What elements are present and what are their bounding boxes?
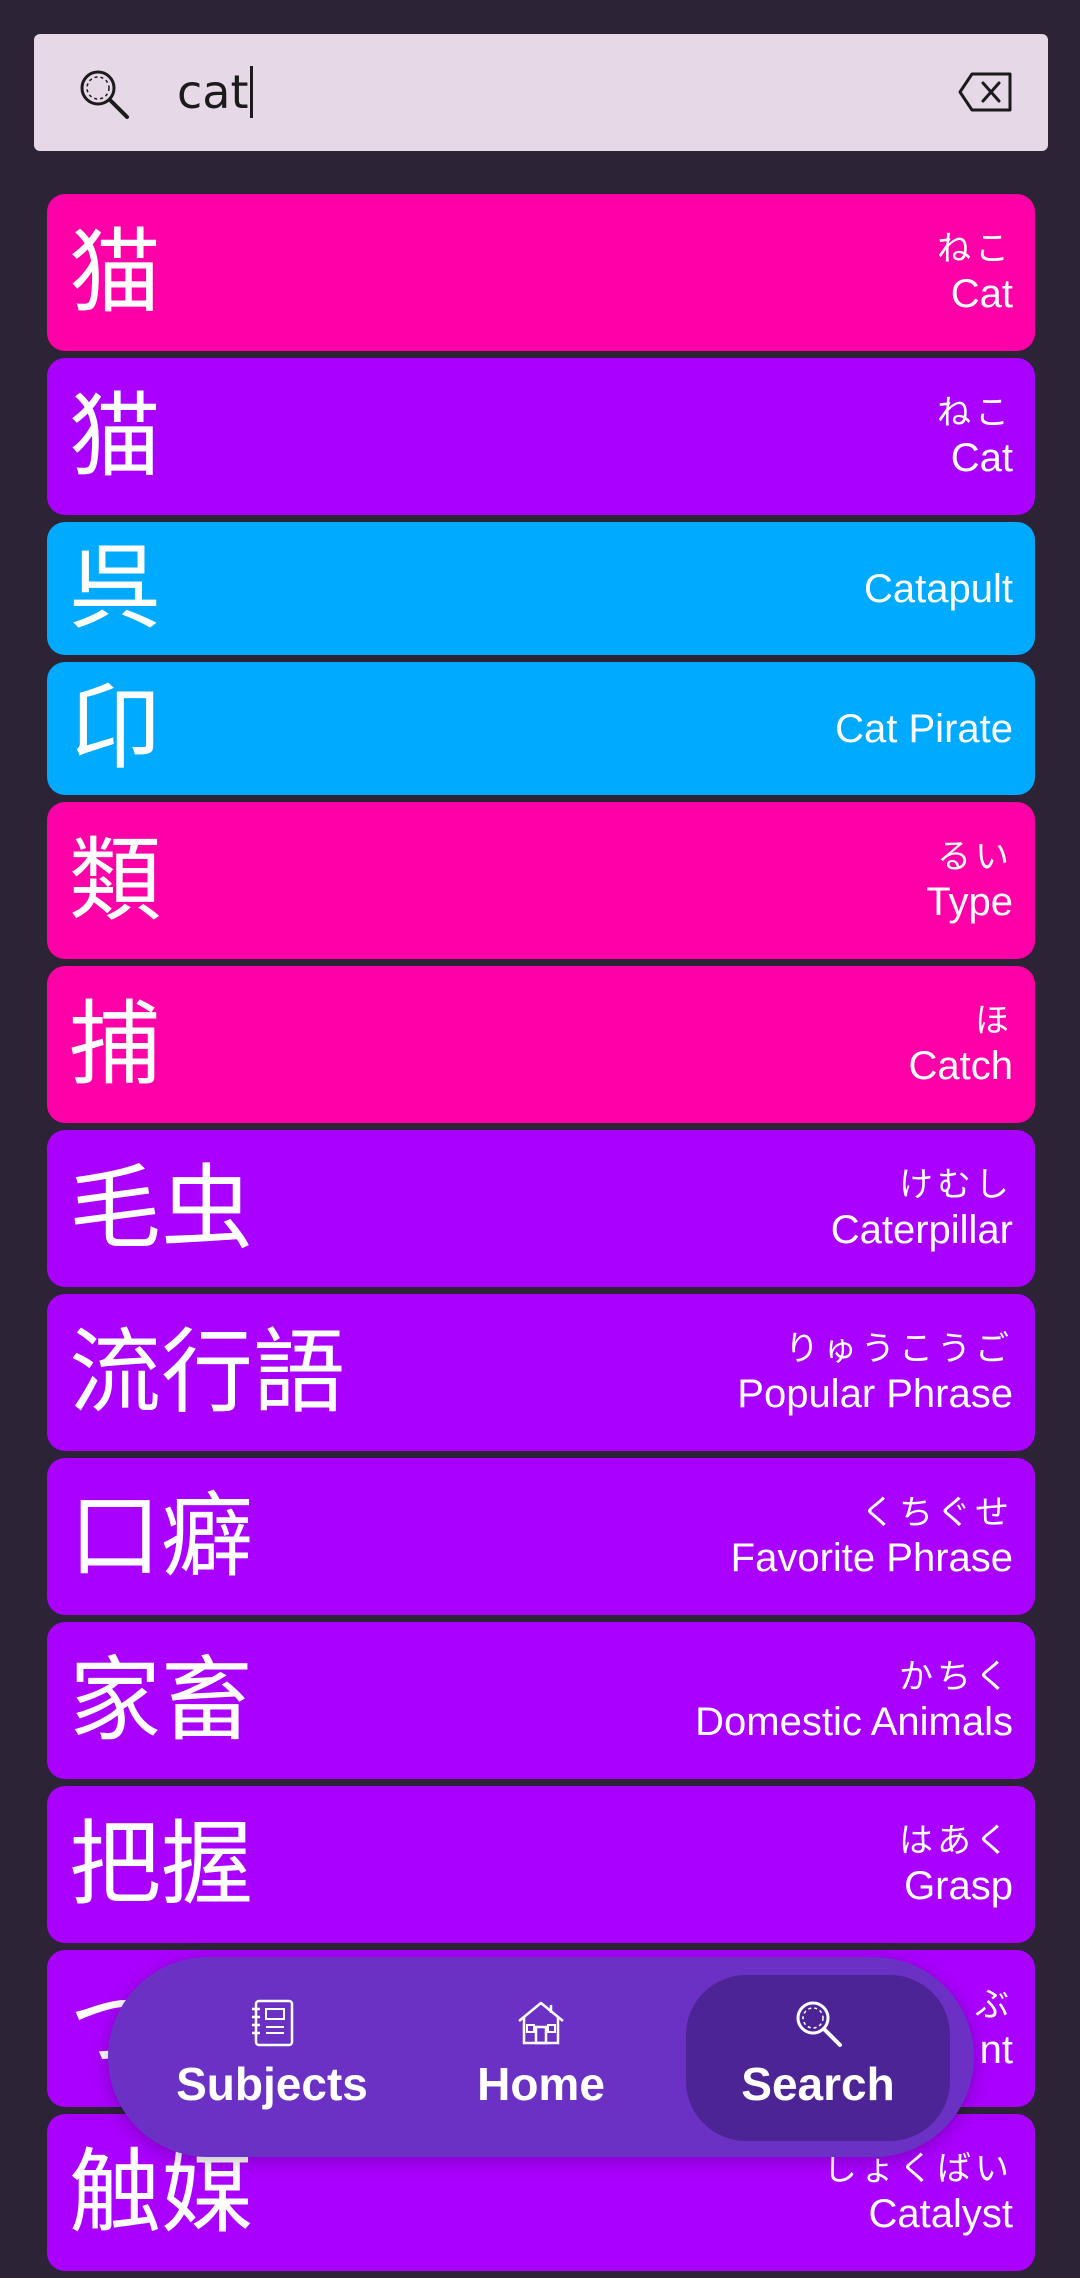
result-kanji: 触媒: [69, 2138, 254, 2246]
search-query-text: cat: [177, 65, 249, 119]
result-meaning: Catalyst: [868, 2191, 1014, 2236]
result-reading: くちぐせ: [861, 1492, 1013, 1533]
magnifier-icon: [796, 2001, 842, 2047]
result-meaning: Popular Phrase: [737, 1371, 1013, 1416]
search-input[interactable]: cat: [177, 62, 253, 122]
result-meaning: Grasp: [904, 1863, 1013, 1908]
result-reading: りゅうこうご: [785, 1328, 1013, 1369]
result-info: しょくばい Catalyst: [823, 2148, 1013, 2238]
result-reading: ねこ: [937, 228, 1013, 269]
result-card[interactable]: 呉 Catapult: [47, 522, 1035, 655]
result-kanji: 呉: [69, 534, 162, 642]
result-info: けむし Caterpillar: [831, 1164, 1013, 1254]
result-reading: るい: [937, 836, 1013, 877]
result-kanji: 流行語: [69, 1318, 346, 1426]
result-reading: ぶ: [975, 1984, 1013, 2025]
search-bar[interactable]: cat: [34, 34, 1048, 151]
result-info: かちく Domestic Animals: [695, 1656, 1013, 1746]
text-caret: [249, 66, 253, 118]
result-meaning: Cat: [950, 271, 1013, 316]
result-info: ねこ Cat: [937, 392, 1013, 482]
nav-subjects-label: Subjects: [176, 2058, 368, 2110]
result-kanji: 猫: [69, 382, 162, 490]
result-meaning: nt: [979, 2027, 1013, 2072]
result-kanji: 家畜: [69, 1646, 254, 1754]
result-info: くちぐせ Favorite Phrase: [731, 1492, 1013, 1582]
result-card[interactable]: 類 るい Type: [47, 802, 1035, 959]
result-meaning: Catapult: [864, 566, 1013, 611]
result-kanji: 卬: [69, 674, 162, 782]
result-kanji: 類: [69, 826, 162, 934]
result-meaning: Favorite Phrase: [730, 1535, 1013, 1580]
result-meaning: Catch: [908, 1043, 1014, 1088]
result-reading: かちく: [899, 1656, 1013, 1697]
nav-search-label: Search: [741, 2058, 895, 2110]
result-info: りゅうこうご Popular Phrase: [737, 1328, 1013, 1418]
result-info: はあく Grasp: [899, 1820, 1013, 1910]
result-info: Catapult: [864, 565, 1013, 613]
result-card[interactable]: 把握 はあく Grasp: [47, 1786, 1035, 1943]
result-kanji: 把握: [69, 1810, 254, 1918]
result-meaning: Cat Pirate: [835, 706, 1013, 751]
result-card[interactable]: 家畜 かちく Domestic Animals: [47, 1622, 1035, 1779]
result-reading: けむし: [899, 1164, 1013, 1205]
result-info: ほ Catch: [909, 1000, 1014, 1090]
result-card[interactable]: 流行語 りゅうこうご Popular Phrase: [47, 1294, 1035, 1451]
result-meaning: Type: [926, 879, 1013, 924]
house-icon: [518, 2001, 564, 2045]
bottom-navigation: Subjects Home Search: [108, 1957, 974, 2157]
result-meaning: Domestic Animals: [695, 1699, 1013, 1744]
result-kanji: 猫: [69, 218, 162, 326]
result-info: ぶ nt: [975, 1984, 1013, 2074]
result-reading: ねこ: [937, 392, 1013, 433]
result-info: Cat Pirate: [835, 705, 1013, 753]
backspace-clear-icon[interactable]: [958, 70, 1014, 114]
nav-home[interactable]: Home: [409, 1975, 673, 2141]
result-info: ねこ Cat: [937, 228, 1013, 318]
nav-search[interactable]: Search: [686, 1975, 950, 2141]
result-card[interactable]: 毛虫 けむし Caterpillar: [47, 1130, 1035, 1287]
search-icon: [80, 70, 129, 119]
result-meaning: Caterpillar: [830, 1207, 1013, 1252]
result-reading: ほ: [975, 1000, 1013, 1041]
result-reading: はあく: [899, 1820, 1013, 1861]
result-card[interactable]: 猫 ねこ Cat: [47, 194, 1035, 351]
result-kanji: 毛虫: [69, 1154, 254, 1262]
result-card[interactable]: 口癖 くちぐせ Favorite Phrase: [47, 1458, 1035, 1615]
result-kanji: 捕: [69, 990, 162, 1098]
result-card[interactable]: 捕 ほ Catch: [47, 966, 1035, 1123]
result-info: るい Type: [926, 836, 1013, 926]
result-card[interactable]: 卬 Cat Pirate: [47, 662, 1035, 795]
nav-home-label: Home: [477, 2058, 605, 2110]
result-kanji: 口癖: [69, 1482, 254, 1590]
nav-subjects[interactable]: Subjects: [140, 1975, 404, 2141]
notebook-icon: [252, 1999, 294, 2047]
result-card[interactable]: 猫 ねこ Cat: [47, 358, 1035, 515]
result-meaning: Cat: [950, 435, 1013, 480]
